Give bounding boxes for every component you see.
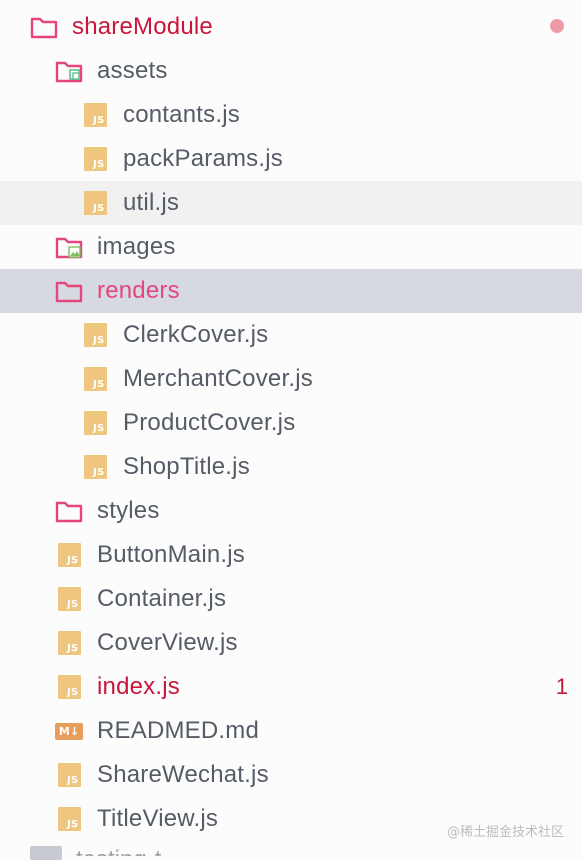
tree-item-label: ShopTitle.js xyxy=(123,453,250,480)
watermark: @稀土掘金技术社区 xyxy=(446,825,564,840)
tree-item-label: READMED.md xyxy=(97,717,260,744)
tree-file-item[interactable]: JS MerchantCover.js xyxy=(0,357,582,401)
js-file-icon: JS xyxy=(55,805,83,833)
tree-folder-item[interactable]: styles xyxy=(0,489,582,533)
js-file-icon: JS xyxy=(55,673,83,701)
unsaved-indicator-dot xyxy=(550,19,564,33)
js-file-icon: JS xyxy=(55,629,83,657)
tree-item-label: ButtonMain.js xyxy=(97,541,246,568)
tree-file-item[interactable]: JS ShopTitle.js xyxy=(0,445,582,489)
tree-item-label: ShareWechat.js xyxy=(97,761,269,788)
tree-file-item[interactable]: JS ClerkCover.js xyxy=(0,313,582,357)
tree-file-item[interactable]: JS ButtonMain.js xyxy=(0,533,582,577)
images-folder-icon xyxy=(55,233,83,261)
tree-file-item[interactable]: JS index.js 1 xyxy=(0,665,582,709)
tree-item-label: ProductCover.js xyxy=(123,409,296,436)
partial-tree-item[interactable]: testing-t xyxy=(76,840,196,856)
tree-file-item[interactable]: JS ShareWechat.js xyxy=(0,753,582,797)
js-file-icon: JS xyxy=(55,761,83,789)
tree-item-label: TitleView.js xyxy=(97,805,219,832)
tree-folder-item[interactable]: images xyxy=(0,225,582,269)
js-file-icon: JS xyxy=(81,101,109,129)
tree-item-label: shareModule xyxy=(72,13,213,40)
tree-file-item[interactable]: M↓ READMED.md xyxy=(0,709,582,753)
tree-item-label: MerchantCover.js xyxy=(123,365,313,392)
js-file-icon: JS xyxy=(81,145,109,173)
problem-count-badge: 1 xyxy=(555,674,568,699)
js-file-icon: JS xyxy=(81,189,109,217)
tree-folder-item[interactable]: shareModule xyxy=(0,5,582,49)
tree-item-label: contants.js xyxy=(123,101,240,128)
tree-folder-item[interactable]: renders xyxy=(0,269,582,313)
tree-file-item[interactable]: JS CoverView.js xyxy=(0,621,582,665)
js-file-icon: JS xyxy=(55,585,83,613)
tree-file-item[interactable]: JS Container.js xyxy=(0,577,582,621)
tree-item-label: testing-t xyxy=(76,846,161,856)
folder-icon xyxy=(55,497,83,525)
js-file-icon: JS xyxy=(81,409,109,437)
tree-item-label: assets xyxy=(97,57,168,84)
tree-item-label: Container.js xyxy=(97,585,227,612)
tree-file-item[interactable]: JS util.js xyxy=(0,181,582,225)
folder-icon xyxy=(30,13,58,41)
folder-icon xyxy=(30,846,62,860)
tree-item-label: packParams.js xyxy=(123,145,283,172)
tree-file-item[interactable]: JS packParams.js xyxy=(0,137,582,181)
tree-item-label: CoverView.js xyxy=(97,629,238,656)
folder-icon xyxy=(55,277,83,305)
tree-item-label: ClerkCover.js xyxy=(123,321,269,348)
js-file-icon: JS xyxy=(81,321,109,349)
tree-item-label: renders xyxy=(97,277,180,304)
tree-file-item[interactable]: JS contants.js xyxy=(0,93,582,137)
assets-folder-icon xyxy=(55,57,83,85)
tree-file-item[interactable]: JS ProductCover.js xyxy=(0,401,582,445)
tree-item-label: styles xyxy=(97,497,160,524)
markdown-file-icon: M↓ xyxy=(55,717,83,745)
tree-item-label: index.js xyxy=(97,673,180,700)
js-file-icon: JS xyxy=(81,365,109,393)
js-file-icon: JS xyxy=(55,541,83,569)
tree-item-label: util.js xyxy=(123,189,180,216)
tree-folder-item[interactable]: assets xyxy=(0,49,582,93)
tree-item-label: images xyxy=(97,233,176,260)
js-file-icon: JS xyxy=(81,453,109,481)
